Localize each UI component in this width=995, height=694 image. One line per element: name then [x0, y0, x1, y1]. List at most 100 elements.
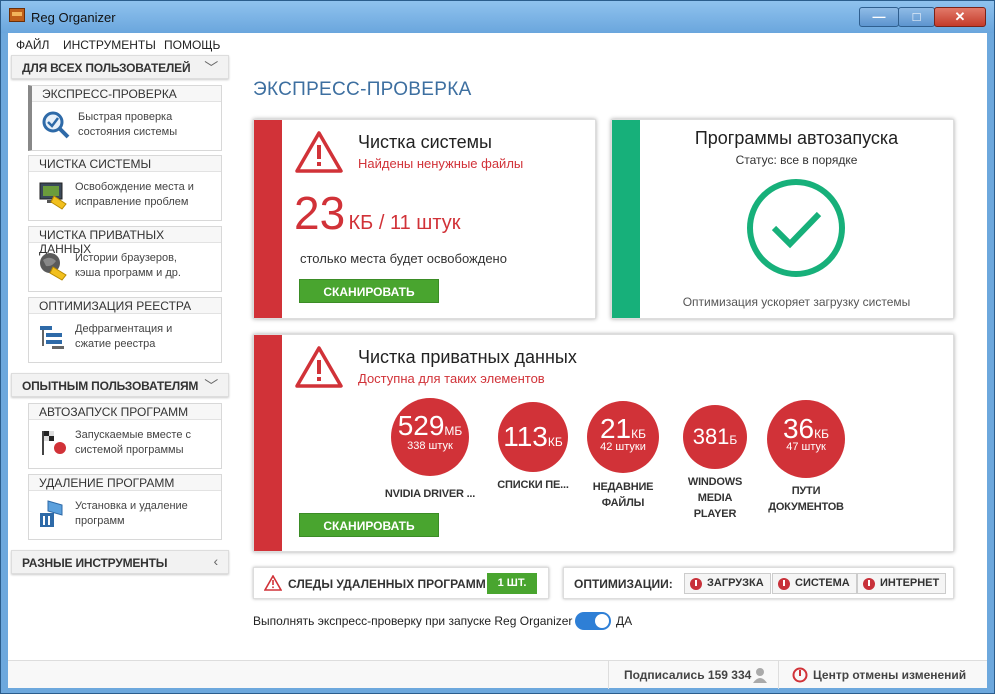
- optimization-tag-boot[interactable]: ЗАГРУЗКА: [684, 573, 771, 594]
- startup-toggle[interactable]: [575, 612, 611, 630]
- menu-file[interactable]: ФАЙЛ: [16, 38, 49, 52]
- scan-button[interactable]: СКАНИРОВАТЬ: [299, 279, 439, 303]
- menu-tools[interactable]: ИНСТРУМЕНТЫ: [63, 38, 156, 52]
- warning-icon: [264, 575, 282, 591]
- private-item-circle[interactable]: 113КБ: [498, 402, 568, 472]
- startup-check-label: Выполнять экспресс-проверку при запуске …: [253, 614, 573, 628]
- optimization-tag-internet[interactable]: ИНТЕРНЕТ: [857, 573, 947, 594]
- status-stripe: [612, 120, 640, 318]
- clean-amount-unit: КБ / 11 штук: [348, 212, 461, 234]
- sidebar-item-express[interactable]: ЭКСПРЕСС-ПРОВЕРКА Быстрая проверка состо…: [28, 85, 222, 151]
- sidebar-item-desc: системой программы: [75, 444, 184, 456]
- sidebar-item-desc: программ: [75, 515, 125, 527]
- private-item-unit: КБ: [814, 427, 830, 441]
- undo-icon: [792, 667, 808, 683]
- check-circle-icon: [747, 179, 845, 277]
- private-item-value: 21: [599, 413, 632, 444]
- private-item-label: НЕДАВНИЕ ФАЙЛЫ: [592, 481, 654, 509]
- private-data-panel: Чистка приватных данных Доступна для так…: [253, 334, 954, 552]
- sidebar-item-title: УДАЛЕНИЕ ПРОГРАММ: [29, 475, 221, 491]
- magnifier-check-icon: [42, 111, 70, 139]
- private-item-circle[interactable]: 529МБ 338 штук: [391, 398, 469, 476]
- sidebar-item-desc: исправление проблем: [75, 196, 189, 208]
- autorun-note: Оптимизация ускоряет загрузку системы: [682, 295, 911, 309]
- private-item-count: 42 штуки: [600, 441, 646, 453]
- maximize-button[interactable]: □: [898, 7, 935, 27]
- system-clean-panel: Чистка системы Найдены ненужные файлы 23…: [253, 119, 596, 319]
- private-item-unit: КБ: [631, 427, 647, 441]
- sidebar-item-desc: Истории браузеров,: [75, 252, 177, 264]
- undo-center-link[interactable]: Центр отмены изменений: [813, 668, 966, 682]
- sidebar-item-desc: Установка и удаление: [75, 500, 188, 512]
- section-label: ОПЫТНЫМ ПОЛЬЗОВАТЕЛЯМ: [22, 379, 199, 393]
- registry-icon: [40, 326, 64, 349]
- private-item-circle[interactable]: 381Б: [683, 405, 747, 469]
- user-icon: [753, 668, 767, 683]
- app-logo-icon: [9, 8, 25, 22]
- sidebar-item-desc: Дефрагментация и: [75, 323, 173, 335]
- section-label: РАЗНЫЕ ИНСТРУМЕНТЫ: [22, 556, 168, 570]
- private-item-circle[interactable]: 21КБ 42 штуки: [587, 401, 659, 473]
- section-experienced[interactable]: ОПЫТНЫМ ПОЛЬЗОВАТЕЛЯМ ﹀: [11, 373, 229, 397]
- private-item-label: ПУТИ ДОКУМЕНТОВ: [768, 485, 844, 513]
- optimizations-bar: ОПТИМИЗАЦИИ: ЗАГРУЗКА СИСТЕМА ИНТЕРНЕТ: [563, 567, 954, 599]
- checkered-flag-icon: [42, 431, 66, 455]
- status-stripe: [254, 335, 282, 551]
- traces-count-badge[interactable]: 1 ШТ.: [487, 573, 537, 594]
- monitor-broom-icon: [39, 182, 67, 210]
- sidebar-item-system-clean[interactable]: ЧИСТКА СИСТЕМЫ Освобождение места и испр…: [28, 155, 222, 221]
- optimization-tag-system[interactable]: СИСТЕМА: [772, 573, 857, 594]
- sidebar-item-private-clean[interactable]: ЧИСТКА ПРИВАТНЫХ ДАННЫХ Истории браузеро…: [28, 226, 222, 292]
- traces-label[interactable]: СЛЕДЫ УДАЛЕННЫХ ПРОГРАММ: [288, 577, 486, 591]
- package-trash-icon: [40, 500, 63, 527]
- main-panel: ЭКСПРЕСС-ПРОВЕРКА Чистка системы Найдены…: [253, 33, 987, 653]
- status-bar: Подписались 159 334 Центр отмены изменен…: [8, 660, 987, 689]
- panel-subtitle: Статус: все в порядке: [735, 153, 858, 167]
- sidebar-item-registry[interactable]: ОПТИМИЗАЦИЯ РЕЕСТРА Дефрагментация и сжа…: [28, 297, 222, 363]
- sidebar-item-desc: состояния системы: [78, 126, 178, 138]
- panel-title: Программы автозапуска: [694, 128, 899, 148]
- sidebar-item-title: АВТОЗАПУСК ПРОГРАММ: [29, 404, 221, 420]
- private-item-value: 381: [692, 424, 730, 449]
- optimizations-label: ОПТИМИЗАЦИИ:: [574, 577, 673, 591]
- sidebar: ДЛЯ ВСЕХ ПОЛЬЗОВАТЕЛЕЙ ﹀ ЭКСПРЕСС-ПРОВЕР…: [8, 55, 230, 595]
- scan-button[interactable]: СКАНИРОВАТЬ: [299, 513, 439, 537]
- chevron-down-icon: ﹀: [204, 378, 218, 394]
- private-item-unit: Б: [729, 433, 738, 447]
- minimize-button[interactable]: —: [859, 7, 899, 27]
- sidebar-item-uninstall[interactable]: УДАЛЕНИЕ ПРОГРАММ Установка и удаление п…: [28, 474, 222, 540]
- menu-help[interactable]: ПОМОЩЬ: [164, 38, 220, 52]
- alert-icon: [690, 578, 702, 590]
- sidebar-item-title: ЭКСПРЕСС-ПРОВЕРКА: [32, 86, 221, 102]
- sidebar-item-desc: Освобождение места и: [75, 181, 194, 193]
- private-item-value: 113: [503, 421, 548, 452]
- tag-label: ИНТЕРНЕТ: [880, 577, 940, 589]
- traces-bar: СЛЕДЫ УДАЛЕННЫХ ПРОГРАММ 1 ШТ.: [253, 567, 549, 599]
- private-item-count: 47 штук: [786, 441, 826, 453]
- sidebar-item-autorun[interactable]: АВТОЗАПУСК ПРОГРАММ Запускаемые вместе с…: [28, 403, 222, 469]
- sidebar-item-title: ЧИСТКА ПРИВАТНЫХ ДАННЫХ: [29, 227, 221, 256]
- close-button[interactable]: ✕: [934, 7, 986, 27]
- section-misc-tools[interactable]: РАЗНЫЕ ИНСТРУМЕНТЫ ‹: [11, 550, 229, 574]
- sidebar-item-desc: Быстрая проверка: [78, 111, 173, 123]
- alert-icon: [863, 578, 875, 590]
- warning-icon: [295, 131, 343, 173]
- subscribers-count[interactable]: Подписались 159 334: [624, 668, 751, 682]
- panel-subtitle: Доступна для таких элементов: [358, 371, 545, 386]
- globe-broom-icon: [40, 253, 67, 281]
- panel-title: Чистка системы: [358, 132, 492, 152]
- tag-label: ЗАГРУЗКА: [707, 577, 764, 589]
- clean-note: столько места будет освобождено: [300, 251, 507, 266]
- panel-title: Чистка приватных данных: [358, 347, 577, 367]
- sidebar-item-desc: сжатие реестра: [75, 338, 156, 350]
- section-all-users[interactable]: ДЛЯ ВСЕХ ПОЛЬЗОВАТЕЛЕЙ ﹀: [11, 55, 229, 79]
- private-item-circle[interactable]: 36КБ 47 штук: [767, 400, 845, 478]
- sidebar-item-title: ЧИСТКА СИСТЕМЫ: [29, 156, 221, 172]
- private-item-label: WINDOWS MEDIA PLAYER: [687, 476, 743, 520]
- chevron-left-icon: ‹: [213, 553, 219, 569]
- warning-icon: [295, 346, 343, 388]
- clean-amount: 23: [294, 187, 346, 239]
- private-item-unit: МБ: [444, 424, 463, 438]
- panel-subtitle: Найдены ненужные файлы: [358, 156, 524, 171]
- sidebar-item-desc: Запускаемые вместе с: [75, 429, 192, 441]
